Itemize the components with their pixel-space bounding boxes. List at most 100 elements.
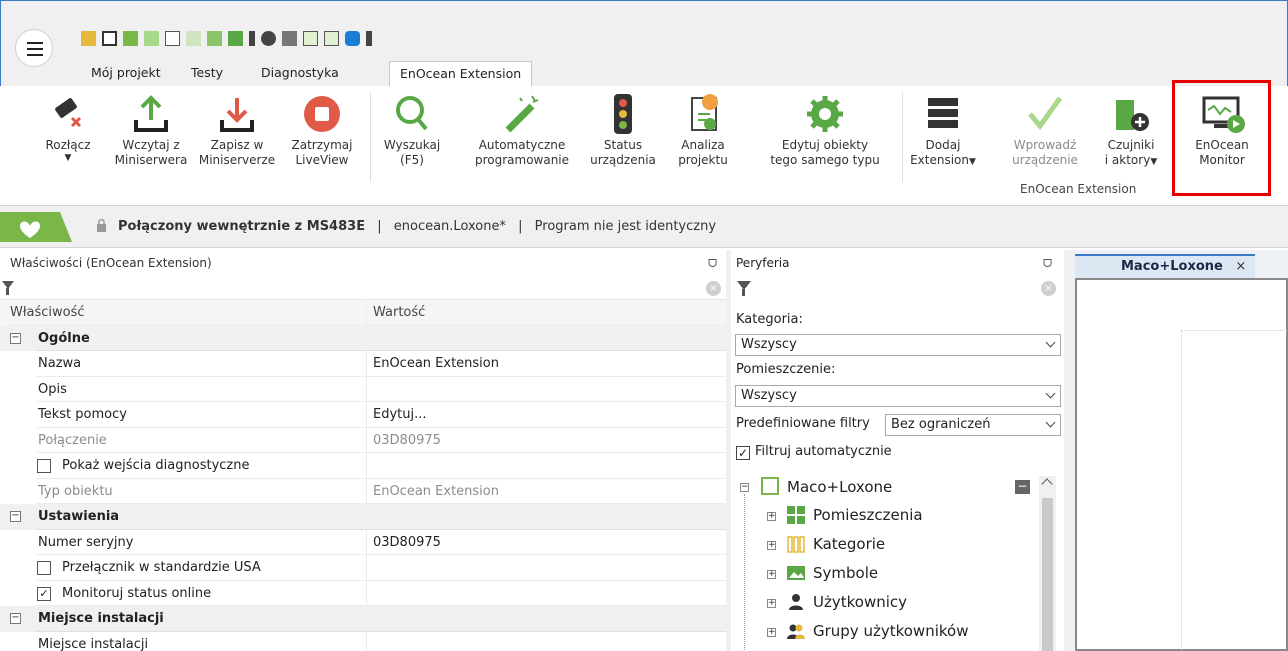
properties-filter-row[interactable]: ×: [0, 276, 726, 300]
expand-icon[interactable]: +: [767, 512, 776, 521]
categories-icon: [787, 535, 805, 553]
dropdown-icon[interactable]: [249, 30, 255, 46]
property-row[interactable]: Numer seryjny 03D80975: [0, 529, 726, 555]
tree-node-root[interactable]: Maco+Loxone: [787, 474, 892, 500]
import-icon[interactable]: [123, 30, 138, 46]
loxone-icon[interactable]: [228, 30, 243, 46]
room-select[interactable]: Wszyscy: [735, 385, 1061, 407]
device-status-button[interactable]: Status urządzenia: [582, 92, 664, 196]
panel-splitter[interactable]: [1064, 250, 1071, 651]
property-value[interactable]: 03D80975: [366, 529, 726, 555]
sensors-actors-button[interactable]: Czujniki i aktory▼: [1096, 92, 1166, 196]
property-value[interactable]: Edytuj...: [366, 402, 726, 428]
property-value[interactable]: [366, 631, 726, 651]
properties-panel-title: Właściwości (EnOcean Extension): [10, 256, 212, 270]
close-icon[interactable]: ×: [1235, 259, 1246, 274]
tree-node-rooms[interactable]: Pomieszczenia: [813, 502, 923, 528]
column-header-property[interactable]: Właściwość: [8, 300, 366, 326]
auto-filter-checkbox[interactable]: ✓: [736, 446, 750, 460]
peripherals-filter-row[interactable]: ×: [731, 276, 1064, 300]
property-row[interactable]: Nazwa EnOcean Extension: [0, 351, 726, 377]
tab-my-project[interactable]: Mój projekt: [81, 61, 171, 87]
tree-node-symbols[interactable]: Symbole: [813, 560, 878, 586]
property-category-row[interactable]: − Ogólne: [0, 325, 726, 351]
tree-node-categories[interactable]: Kategorie: [813, 531, 885, 557]
property-checkbox[interactable]: [37, 561, 51, 575]
property-value[interactable]: EnOcean Extension: [366, 351, 726, 377]
expand-icon[interactable]: +: [767, 570, 776, 579]
category-select[interactable]: Wszyscy: [735, 334, 1061, 356]
property-row[interactable]: Typ obiektu EnOcean Extension: [0, 478, 726, 504]
play-icon[interactable]: [261, 30, 276, 46]
property-row[interactable]: Tekst pomocy Edytuj...: [0, 402, 726, 428]
redo-icon[interactable]: [144, 30, 159, 46]
property-category-row[interactable]: − Miejsce instalacji: [0, 606, 726, 632]
project-analysis-button[interactable]: Analiza projektu: [670, 92, 736, 196]
project-analysis-label: Analiza projektu: [678, 138, 728, 167]
customize-toolbar-icon[interactable]: [366, 30, 372, 46]
property-row[interactable]: Pokaż wejścia diagnostyczne: [0, 453, 726, 479]
add-device-button[interactable]: Wprowadź urządzenie: [1008, 92, 1082, 196]
search-button[interactable]: Wyszukaj (F5): [380, 92, 444, 196]
collapse-icon[interactable]: −: [10, 613, 21, 624]
program-canvas[interactable]: [1075, 278, 1288, 651]
teamviewer-icon[interactable]: [345, 30, 360, 46]
pin-icon[interactable]: ᗜ: [1043, 257, 1052, 271]
auto-filter-label: Filtruj automatycznie: [755, 444, 892, 459]
pin-icon[interactable]: ᗜ: [708, 257, 717, 271]
property-row[interactable]: Miejsce instalacji: [0, 631, 726, 651]
clear-filter-icon[interactable]: ×: [1041, 281, 1056, 296]
property-value[interactable]: [366, 376, 726, 402]
chevron-down-icon: ▼: [1150, 157, 1158, 167]
add-extension-label: Dodaj Extension▼: [910, 138, 976, 167]
property-row[interactable]: Połączenie 03D80975: [0, 427, 726, 453]
save-to-miniserver-button[interactable]: Zapisz w Miniserverze: [192, 92, 282, 196]
collapse-icon[interactable]: −: [10, 511, 21, 522]
add-device-label: Wprowadź urządzenie: [1012, 138, 1078, 167]
tree-icon[interactable]: [186, 30, 201, 46]
collapse-icon[interactable]: −: [740, 483, 749, 492]
simulation-icon[interactable]: [282, 30, 297, 46]
property-row[interactable]: Przełącznik w standardzie USA: [0, 555, 726, 581]
property-category-row[interactable]: − Ustawienia: [0, 504, 726, 530]
property-row[interactable]: Opis: [0, 376, 726, 402]
gear-icon: [756, 92, 894, 136]
scrollbar-thumb[interactable]: [1042, 498, 1053, 651]
stop-liveview-button[interactable]: Zatrzymaj LiveView: [286, 92, 358, 196]
clear-filter-icon[interactable]: ×: [706, 281, 721, 296]
tab-diagnostics[interactable]: Diagnostyka: [251, 61, 349, 87]
expand-icon[interactable]: +: [767, 599, 776, 608]
new-document-icon[interactable]: [165, 30, 180, 46]
property-checkbox[interactable]: ✓: [37, 586, 51, 601]
document-green-icon[interactable]: [303, 30, 318, 46]
property-name: Opis: [36, 377, 366, 402]
load-from-miniserver-button[interactable]: Wczytaj z Miniserwera: [114, 92, 188, 196]
save-icon[interactable]: [102, 30, 117, 46]
property-checkbox[interactable]: [37, 459, 51, 473]
disconnect-button[interactable]: Rozłącz ▼: [42, 92, 94, 196]
ribbon-separator: [902, 92, 903, 182]
scroll-up-icon[interactable]: [1041, 478, 1053, 490]
tree-scrollbar[interactable]: [1039, 476, 1056, 651]
collapse-all-icon[interactable]: −: [1015, 480, 1030, 494]
tab-tests[interactable]: Testy: [181, 61, 233, 87]
auto-program-button[interactable]: Automatyczne programowanie: [462, 92, 582, 196]
tree-node-users[interactable]: Użytkownicy: [813, 589, 907, 615]
filter-icon: [737, 281, 751, 296]
folder-icon[interactable]: [81, 30, 96, 46]
add-extension-button[interactable]: Dodaj Extension▼: [908, 92, 978, 196]
lock-icon: [96, 218, 107, 232]
document-tab[interactable]: Maco+Loxone ×: [1075, 254, 1255, 278]
network-icon[interactable]: [207, 30, 222, 46]
edit-same-type-button[interactable]: Edytuj obiekty tego samego typu: [756, 92, 894, 196]
expand-icon[interactable]: +: [767, 628, 776, 637]
tab-enocean-extension[interactable]: EnOcean Extension: [389, 61, 533, 87]
predefined-filters-select[interactable]: Bez ograniczeń: [885, 414, 1061, 436]
collapse-icon[interactable]: −: [10, 332, 21, 344]
expand-icon[interactable]: +: [767, 541, 776, 550]
property-row[interactable]: Monitoruj status online ✓: [0, 580, 726, 606]
property-name: Typ obiektu: [36, 479, 366, 504]
column-header-value[interactable]: Wartość: [366, 300, 726, 326]
tree-node-user-groups[interactable]: Grupy użytkowników: [813, 618, 968, 644]
document-check-icon[interactable]: [324, 30, 339, 46]
